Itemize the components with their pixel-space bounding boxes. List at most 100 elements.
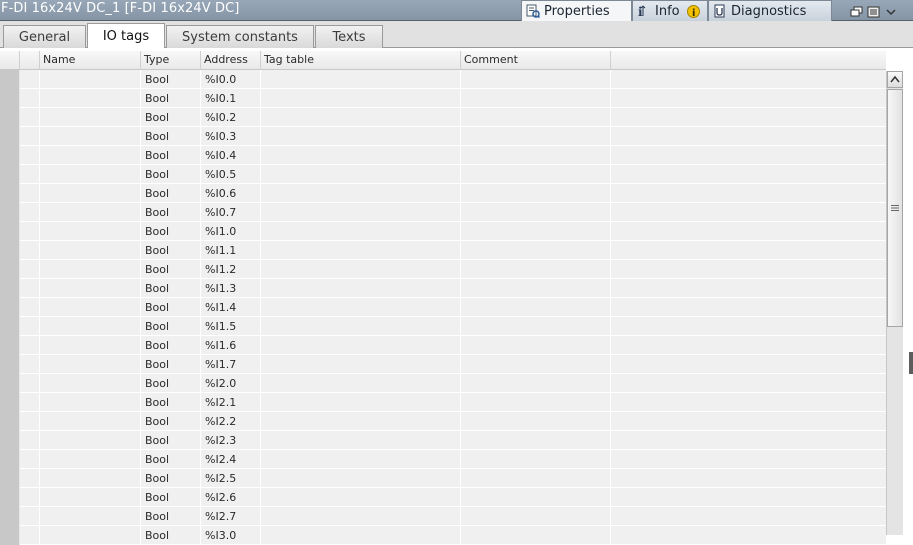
row-selector[interactable] — [0, 526, 20, 545]
row-selector[interactable] — [0, 431, 20, 450]
table-row[interactable]: Bool %I3.0 — [0, 526, 886, 545]
column-header-name[interactable]: Name — [40, 51, 141, 69]
cell-tag-table[interactable] — [261, 222, 461, 241]
table-row[interactable]: Bool %I0.0 — [0, 70, 886, 89]
tab-texts[interactable]: Texts — [315, 25, 383, 48]
table-row[interactable]: Bool %I1.0 — [0, 222, 886, 241]
row-selector[interactable] — [0, 70, 20, 89]
cell-comment[interactable] — [461, 298, 611, 317]
cell-type[interactable]: Bool — [141, 89, 201, 108]
cell-comment[interactable] — [461, 146, 611, 165]
cell-comment[interactable] — [461, 336, 611, 355]
cell-name[interactable] — [40, 184, 141, 203]
cell-type[interactable]: Bool — [141, 412, 201, 431]
cell-address[interactable]: %I2.2 — [201, 412, 261, 431]
table-row[interactable]: Bool %I1.4 — [0, 298, 886, 317]
row-selector[interactable] — [0, 108, 20, 127]
cell-tag-table[interactable] — [261, 507, 461, 526]
cell-tag-table[interactable] — [261, 279, 461, 298]
cell-address[interactable]: %I1.3 — [201, 279, 261, 298]
cell-type[interactable]: Bool — [141, 431, 201, 450]
cell-type[interactable]: Bool — [141, 355, 201, 374]
table-row[interactable]: Bool %I2.6 — [0, 488, 886, 507]
cell-comment[interactable] — [461, 450, 611, 469]
cell-type[interactable]: Bool — [141, 222, 201, 241]
cell-name[interactable] — [40, 165, 141, 184]
table-row[interactable]: Bool %I2.5 — [0, 469, 886, 488]
cell-type[interactable]: Bool — [141, 298, 201, 317]
cell-name[interactable] — [40, 431, 141, 450]
cell-name[interactable] — [40, 89, 141, 108]
cell-name[interactable] — [40, 526, 141, 545]
row-selector[interactable] — [0, 298, 20, 317]
cell-comment[interactable] — [461, 374, 611, 393]
column-header-address[interactable]: Address — [201, 51, 261, 69]
cell-name[interactable] — [40, 298, 141, 317]
cell-address[interactable]: %I1.4 — [201, 298, 261, 317]
cell-address[interactable]: %I3.0 — [201, 526, 261, 545]
cell-address[interactable]: %I0.7 — [201, 203, 261, 222]
cell-type[interactable]: Bool — [141, 374, 201, 393]
cell-tag-table[interactable] — [261, 203, 461, 222]
vertical-scrollbar[interactable] — [886, 71, 903, 535]
cell-comment[interactable] — [461, 260, 611, 279]
cell-tag-table[interactable] — [261, 469, 461, 488]
cell-type[interactable]: Bool — [141, 488, 201, 507]
cell-address[interactable]: %I0.1 — [201, 89, 261, 108]
cell-tag-table[interactable] — [261, 70, 461, 89]
cell-type[interactable]: Bool — [141, 450, 201, 469]
table-row[interactable]: Bool %I0.4 — [0, 146, 886, 165]
table-row[interactable]: Bool %I2.2 — [0, 412, 886, 431]
cell-tag-table[interactable] — [261, 393, 461, 412]
cell-type[interactable]: Bool — [141, 393, 201, 412]
cell-type[interactable]: Bool — [141, 507, 201, 526]
row-selector[interactable] — [0, 241, 20, 260]
cell-name[interactable] — [40, 260, 141, 279]
cell-tag-table[interactable] — [261, 165, 461, 184]
cell-name[interactable] — [40, 336, 141, 355]
cell-type[interactable]: Bool — [141, 108, 201, 127]
cell-address[interactable]: %I0.6 — [201, 184, 261, 203]
cell-type[interactable]: Bool — [141, 146, 201, 165]
row-selector[interactable] — [0, 127, 20, 146]
table-row[interactable]: Bool %I2.3 — [0, 431, 886, 450]
row-selector[interactable] — [0, 89, 20, 108]
cell-type[interactable]: Bool — [141, 279, 201, 298]
row-selector[interactable] — [0, 355, 20, 374]
splitter-handle[interactable] — [909, 352, 913, 374]
cell-name[interactable] — [40, 127, 141, 146]
cell-name[interactable] — [40, 222, 141, 241]
table-row[interactable]: Bool %I0.5 — [0, 165, 886, 184]
cell-address[interactable]: %I1.2 — [201, 260, 261, 279]
tab-info[interactable]: i Info i — [632, 0, 708, 21]
tab-general[interactable]: General — [3, 25, 86, 48]
row-selector[interactable] — [0, 146, 20, 165]
cell-address[interactable]: %I2.5 — [201, 469, 261, 488]
cell-comment[interactable] — [461, 469, 611, 488]
cell-tag-table[interactable] — [261, 450, 461, 469]
row-selector[interactable] — [0, 184, 20, 203]
cell-tag-table[interactable] — [261, 431, 461, 450]
cell-name[interactable] — [40, 146, 141, 165]
cell-address[interactable]: %I1.1 — [201, 241, 261, 260]
cell-tag-table[interactable] — [261, 355, 461, 374]
row-selector[interactable] — [0, 165, 20, 184]
table-row[interactable]: Bool %I1.1 — [0, 241, 886, 260]
cell-name[interactable] — [40, 507, 141, 526]
column-header-comment[interactable]: Comment — [461, 51, 611, 69]
row-selector[interactable] — [0, 203, 20, 222]
tab-properties[interactable]: Properties — [521, 0, 632, 21]
cell-address[interactable]: %I0.3 — [201, 127, 261, 146]
cell-comment[interactable] — [461, 222, 611, 241]
cell-type[interactable]: Bool — [141, 127, 201, 146]
table-row[interactable]: Bool %I0.3 — [0, 127, 886, 146]
cell-comment[interactable] — [461, 412, 611, 431]
cell-address[interactable]: %I0.0 — [201, 70, 261, 89]
collapse-panel-icon[interactable] — [884, 3, 898, 16]
row-selector[interactable] — [0, 374, 20, 393]
cell-name[interactable] — [40, 488, 141, 507]
cell-address[interactable]: %I0.5 — [201, 165, 261, 184]
cell-type[interactable]: Bool — [141, 336, 201, 355]
cell-name[interactable] — [40, 108, 141, 127]
table-row[interactable]: Bool %I1.5 — [0, 317, 886, 336]
